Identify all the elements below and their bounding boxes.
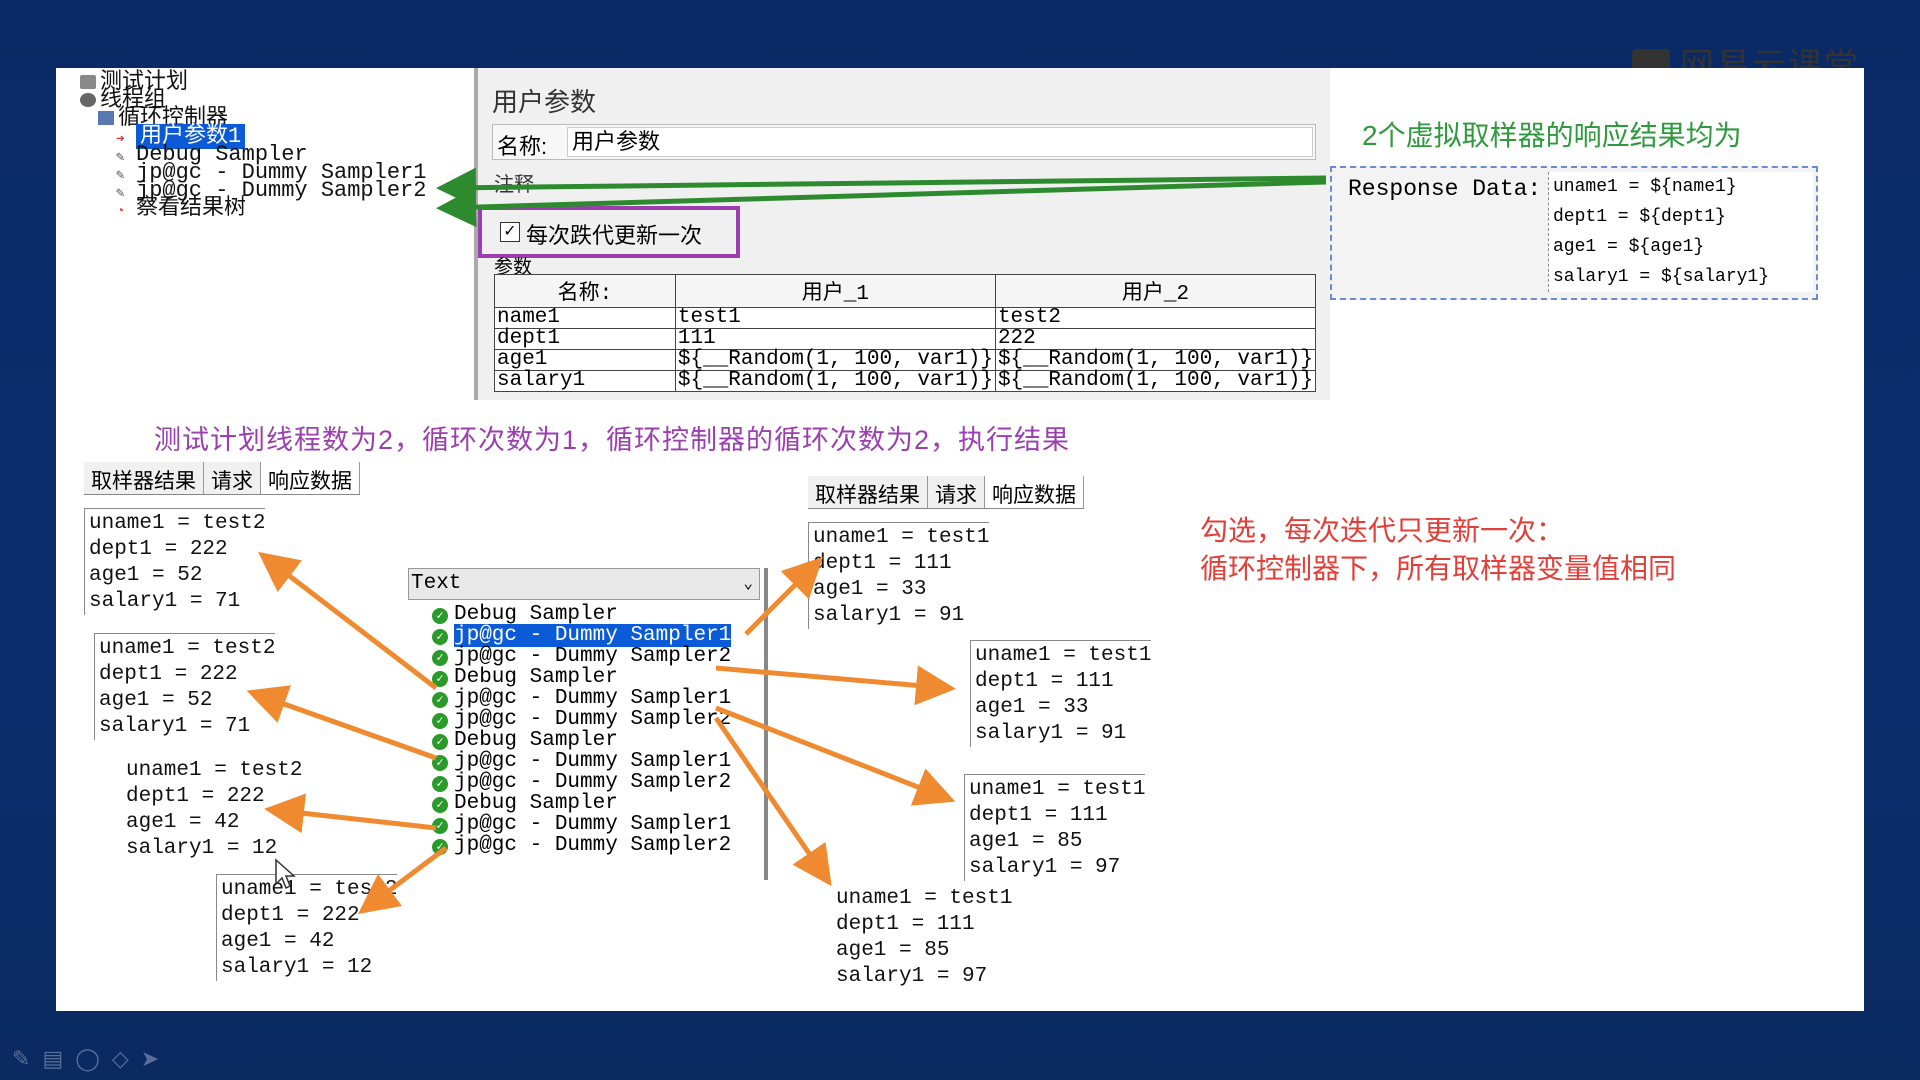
pointer-icon[interactable]: ➤ (141, 1046, 171, 1071)
orange-arrow (264, 793, 437, 834)
orange-arrow (246, 685, 437, 761)
slide-canvas: 测试计划 线程组 循环控制器 ➜ 用户参数1 ✎ Debug Sampler ✎ jp… (56, 68, 1864, 1011)
orange-arrow (358, 846, 448, 914)
screen: { "logo": {"text": "网易云课堂"}, "tree": { "… (0, 0, 1920, 1080)
orange-arrow (258, 551, 438, 690)
orange-arrows (246, 551, 956, 914)
pen-icon[interactable]: ✎ (12, 1046, 42, 1071)
annotation-arrows (246, 167, 1327, 914)
orange-arrow (744, 556, 824, 636)
orange-arrow (715, 705, 956, 806)
lasso-icon[interactable]: ◯ (75, 1046, 112, 1071)
eraser-icon[interactable]: ◇ (112, 1046, 141, 1071)
cursor-icon (275, 858, 296, 890)
green-arrows (436, 167, 1327, 228)
orange-arrow (715, 665, 956, 706)
bottom-toolbar: ✎▤◯◇➤ (12, 1046, 171, 1072)
slides-icon[interactable]: ▤ (42, 1046, 75, 1071)
